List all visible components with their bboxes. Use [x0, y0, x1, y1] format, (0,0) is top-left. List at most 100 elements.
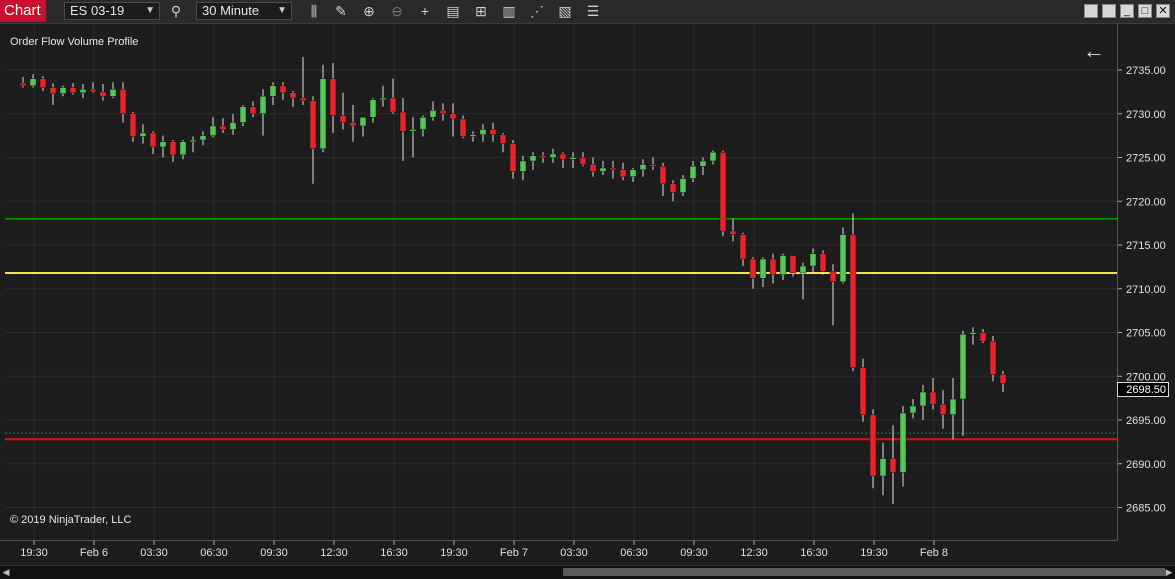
candle-body — [789, 255, 797, 274]
candle-body — [639, 164, 647, 170]
candle-body — [759, 258, 767, 279]
candle-body — [309, 100, 317, 149]
chart-panel[interactable] — [0, 24, 1175, 565]
time-tick-label: 16:30 — [380, 547, 408, 559]
scroll-right-icon[interactable]: ▶ — [1163, 566, 1175, 579]
strategies-icon[interactable]: ⋰ — [529, 3, 545, 19]
close-icon[interactable]: ✕ — [1156, 4, 1170, 18]
candle-body — [879, 458, 887, 477]
candle-body — [739, 234, 747, 260]
candle-body — [259, 96, 267, 114]
tile-icon[interactable] — [1084, 4, 1098, 18]
time-tick-label: 09:30 — [260, 547, 288, 559]
candle-body — [939, 404, 947, 415]
candle-body — [29, 78, 37, 86]
candle-body — [39, 78, 47, 88]
time-axis[interactable]: 19:30 Feb 6 03:30 06:30 09:30 12:30 16:30 19:30… — [0, 540, 1117, 566]
candle-body — [289, 92, 297, 99]
horizontal-scrollbar[interactable]: ◀ ▶ — [0, 565, 1175, 579]
candle-body — [399, 111, 407, 132]
candle-body — [539, 155, 547, 158]
price-axis[interactable]: 2735.00 2730.00 2725.00 2720.00 2715.00 2710.… — [1117, 24, 1175, 540]
candle-body — [719, 152, 727, 232]
price-chart[interactable] — [0, 24, 1175, 565]
maximize-icon[interactable]: □ — [1138, 4, 1152, 18]
candle-body — [179, 141, 187, 156]
candle-body — [799, 265, 807, 274]
candle-body — [209, 125, 217, 136]
scroll-thumb[interactable] — [563, 568, 1165, 576]
time-tick-label: 09:30 — [680, 547, 708, 559]
candle-body — [689, 166, 697, 179]
candle-body — [709, 152, 717, 162]
candle-body — [229, 122, 237, 130]
instrument-selector[interactable]: ES 03-19 ▼ — [64, 2, 160, 20]
candle-body — [519, 160, 527, 172]
instrument-value: ES 03-19 — [70, 3, 125, 18]
chart-toolbar: Chart ES 03-19 ▼ ⚲ 30 Minute ▼ ⫼ ✎ ⊕ ⊖ +… — [0, 0, 1175, 24]
candle-body — [609, 167, 617, 170]
candle-body — [729, 230, 737, 235]
templates-icon[interactable]: ▧ — [557, 3, 573, 19]
candle-body — [509, 143, 517, 172]
price-tick-label: 2715.00 — [1126, 240, 1166, 252]
bar-style-icon[interactable]: ⫼ — [306, 3, 322, 19]
candle-body — [959, 334, 967, 400]
candle-body — [389, 97, 397, 113]
chevron-down-icon: ▼ — [145, 5, 155, 16]
chart-trader-icon[interactable]: ⊞ — [473, 3, 489, 19]
candle-body — [579, 157, 587, 165]
candle-body — [429, 110, 437, 118]
zoom-out-icon[interactable]: ⊖ — [389, 3, 405, 19]
candle-body — [989, 341, 997, 375]
candle-body — [109, 89, 117, 97]
chart-tab[interactable]: Chart — [0, 0, 46, 22]
candle-body — [779, 255, 787, 275]
candle-body — [459, 118, 467, 137]
zoom-in-icon[interactable]: ⊕ — [361, 3, 377, 19]
properties-list-icon[interactable]: ☰ — [585, 3, 601, 19]
minimize-icon[interactable]: _ — [1120, 4, 1134, 18]
back-arrow-icon[interactable]: ← — [1083, 40, 1105, 62]
candle-body — [59, 87, 67, 94]
candle-body — [159, 141, 167, 148]
candle-body — [169, 141, 177, 156]
candle-body — [279, 85, 287, 93]
indicators-icon[interactable]: ▥ — [501, 3, 517, 19]
time-tick-label: 19:30 — [440, 547, 468, 559]
candle-body — [449, 113, 457, 120]
scroll-left-icon[interactable]: ◀ — [0, 566, 12, 579]
candle-body — [149, 132, 157, 148]
time-tick-label: 03:30 — [140, 547, 168, 559]
candle-body — [359, 117, 367, 127]
candle-body — [299, 97, 307, 101]
candle-body — [249, 106, 257, 114]
candle-body — [339, 115, 347, 123]
interval-selector[interactable]: 30 Minute ▼ — [196, 2, 292, 20]
price-tick-label: 2705.00 — [1126, 328, 1166, 340]
pencil-draw-icon[interactable]: ✎ — [333, 3, 349, 19]
candle-body — [999, 374, 1007, 384]
time-tick-label: Feb 6 — [80, 547, 108, 559]
time-tick-label: 12:30 — [320, 547, 348, 559]
candle-body — [69, 87, 77, 93]
time-tick-label: 03:30 — [560, 547, 588, 559]
candle-body — [439, 110, 447, 114]
search-icon[interactable]: ⚲ — [168, 3, 184, 19]
time-tick-label: 19:30 — [860, 547, 888, 559]
data-box-icon[interactable]: ▤ — [445, 3, 461, 19]
restore-icon[interactable] — [1102, 4, 1116, 18]
candle-body — [419, 117, 427, 130]
candle-body — [199, 135, 207, 141]
candle-body — [469, 134, 477, 137]
candle-body — [369, 99, 377, 118]
candle-body — [909, 405, 917, 414]
price-tick-label: 2690.00 — [1126, 459, 1166, 471]
candle-body — [219, 125, 227, 130]
candle-body — [79, 89, 87, 93]
crosshair-icon[interactable]: + — [417, 3, 433, 19]
candle-body — [89, 89, 97, 93]
candle-body — [699, 160, 707, 167]
time-tick-label: 16:30 — [800, 547, 828, 559]
candle-body — [979, 332, 987, 342]
